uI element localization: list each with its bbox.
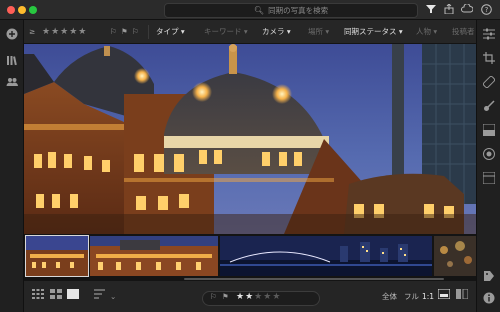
rating-star[interactable]: ★ bbox=[236, 292, 245, 302]
sync-status-filter-dropdown[interactable]: 同期ステータス ▾ bbox=[344, 20, 403, 44]
svg-text:?: ? bbox=[484, 6, 488, 14]
add-photos-icon[interactable] bbox=[5, 28, 19, 42]
people-filter-dropdown[interactable]: 人物 ▾ bbox=[416, 20, 437, 44]
share-icon[interactable] bbox=[442, 3, 456, 16]
filter-icon[interactable] bbox=[424, 4, 438, 16]
detail-view-icon[interactable] bbox=[67, 281, 79, 312]
chevron-down-icon[interactable]: ⌄ bbox=[110, 281, 116, 312]
contributor-filter-dropdown[interactable]: 投稿者 bbox=[452, 20, 475, 44]
filmstrip-thumbnail[interactable] bbox=[220, 236, 432, 276]
left-rail bbox=[0, 20, 24, 312]
close-window-button[interactable] bbox=[7, 6, 15, 14]
separator bbox=[148, 25, 149, 39]
rating-star[interactable]: ★ bbox=[272, 292, 281, 302]
location-filter-label: 場所 bbox=[308, 27, 323, 36]
search-icon: 🔍︎ bbox=[253, 6, 265, 15]
photo-grid-view-icon[interactable] bbox=[50, 281, 62, 312]
chevron-down-icon: ▾ bbox=[243, 27, 248, 36]
flag-pick-icon[interactable]: ⚐ bbox=[210, 281, 217, 312]
edit-sliders-icon[interactable] bbox=[482, 28, 496, 42]
main-photo-image bbox=[24, 44, 476, 234]
rating-star[interactable]: ★ bbox=[263, 292, 272, 302]
people-icon[interactable] bbox=[5, 76, 19, 90]
crop-icon[interactable] bbox=[482, 52, 496, 66]
rating-stars[interactable]: ★★★★★ bbox=[236, 281, 281, 312]
right-rail bbox=[476, 20, 500, 312]
library-icon[interactable] bbox=[5, 54, 19, 68]
minimize-window-button[interactable] bbox=[18, 6, 26, 14]
filmstrip-thumbnail[interactable] bbox=[25, 235, 89, 277]
brush-icon[interactable] bbox=[482, 100, 496, 114]
rating-filter-icon[interactable]: ≥ bbox=[29, 20, 35, 44]
compare-view-icon[interactable] bbox=[437, 281, 451, 312]
keyword-tag-icon[interactable] bbox=[482, 270, 496, 284]
filter-bar: ≥ ★★★★★ ⚐ ⚑ ⚐ タイプ ▾ キーワード ▾ カメラ ▾ 場所 ▾ 同… bbox=[24, 20, 476, 44]
chevron-down-icon: ▾ bbox=[180, 27, 185, 36]
rating-filter-stars[interactable]: ★★★★★ bbox=[42, 20, 87, 44]
chevron-down-icon: ▾ bbox=[286, 27, 291, 36]
keyword-filter-dropdown[interactable]: キーワード ▾ bbox=[204, 20, 248, 44]
flag-reject-icon[interactable]: ⚑ bbox=[222, 281, 229, 312]
type-filter-label: タイプ bbox=[156, 27, 179, 36]
sync-status-filter-label: 同期ステータス bbox=[344, 27, 397, 36]
type-filter-dropdown[interactable]: タイプ ▾ bbox=[156, 20, 185, 44]
contributor-filter-label: 投稿者 bbox=[452, 27, 475, 36]
camera-filter-label: カメラ bbox=[262, 27, 285, 36]
filmstrip bbox=[24, 234, 476, 280]
flag-unflagged-icon[interactable]: ⚐ bbox=[132, 20, 139, 44]
preset-icon[interactable] bbox=[482, 171, 496, 186]
people-filter-label: 人物 bbox=[416, 27, 431, 36]
view-all-button[interactable]: 全体 bbox=[382, 281, 397, 312]
info-icon[interactable] bbox=[482, 292, 496, 306]
square-grid-view-icon[interactable] bbox=[32, 281, 44, 312]
sort-icon[interactable] bbox=[94, 281, 106, 312]
chevron-down-icon: ▾ bbox=[325, 27, 330, 36]
camera-filter-dropdown[interactable]: カメラ ▾ bbox=[262, 20, 291, 44]
radial-gradient-icon[interactable] bbox=[482, 148, 496, 162]
bottom-bar: ⌄ ⚐ ⚑ ★★★★★ 全体 フル 1:1 bbox=[24, 280, 476, 312]
filmstrip-thumbnail[interactable] bbox=[434, 236, 476, 276]
title-bar: 🔍︎ 同期の写真を検索 ? bbox=[0, 0, 500, 20]
location-filter-dropdown[interactable]: 場所 ▾ bbox=[308, 20, 329, 44]
search-placeholder: 同期の写真を検索 bbox=[268, 6, 329, 15]
rating-star[interactable]: ★ bbox=[254, 292, 263, 302]
rating-star[interactable]: ★ bbox=[245, 292, 254, 302]
before-after-icon[interactable] bbox=[456, 281, 469, 312]
view-fill-button[interactable]: フル bbox=[404, 281, 419, 312]
filmstrip-thumbnail[interactable] bbox=[90, 236, 218, 276]
help-icon[interactable]: ? bbox=[479, 4, 493, 16]
rating-stars-glyphs[interactable]: ★★★★★ bbox=[236, 292, 281, 302]
main-photo[interactable] bbox=[24, 44, 476, 234]
zoom-window-button[interactable] bbox=[29, 6, 37, 14]
cloud-icon[interactable] bbox=[460, 3, 474, 16]
chevron-down-icon: ▾ bbox=[433, 27, 438, 36]
search-field[interactable]: 🔍︎ 同期の写真を検索 bbox=[164, 3, 418, 18]
flag-reject-icon[interactable]: ⚑ bbox=[121, 20, 128, 44]
chevron-down-icon: ▾ bbox=[398, 27, 403, 36]
keyword-filter-label: キーワード bbox=[204, 27, 242, 36]
flag-pick-icon[interactable]: ⚐ bbox=[110, 20, 117, 44]
view-one-to-one-button[interactable]: 1:1 bbox=[422, 281, 434, 312]
healing-brush-icon[interactable] bbox=[482, 75, 496, 90]
linear-gradient-icon[interactable] bbox=[482, 123, 496, 138]
